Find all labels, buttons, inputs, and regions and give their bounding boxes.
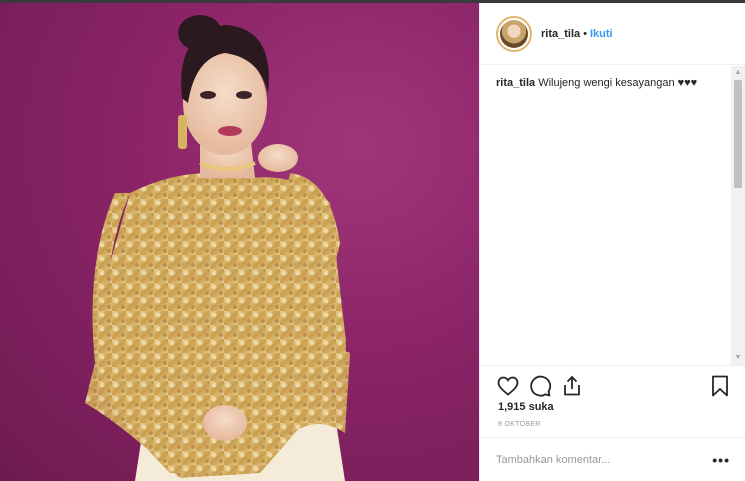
- scroll-up-icon[interactable]: ▲: [731, 66, 745, 80]
- like-button[interactable]: [496, 374, 520, 398]
- photo-illustration: [85, 15, 350, 481]
- like-count[interactable]: 1,915 suka: [498, 401, 554, 413]
- post-details-panel: rita_tila • Ikuti rita_tila Wilujeng wen…: [479, 3, 745, 481]
- share-icon: [564, 375, 580, 396]
- more-options-icon[interactable]: •••: [712, 452, 730, 468]
- comments-scrollbar[interactable]: ▲ ▼: [731, 66, 745, 365]
- scroll-thumb[interactable]: [734, 80, 742, 188]
- add-comment-bar: •••: [480, 437, 745, 481]
- post-date: 8 OKTOBER: [498, 421, 541, 428]
- follow-button[interactable]: Ikuti: [590, 28, 613, 40]
- comment-input[interactable]: [496, 453, 713, 466]
- action-bar: [480, 365, 745, 405]
- save-button[interactable]: [708, 374, 732, 398]
- heart-icon: [497, 376, 519, 396]
- avatar[interactable]: [496, 15, 532, 52]
- comment-icon: [530, 375, 552, 397]
- comment-button[interactable]: [528, 374, 552, 398]
- bookmark-icon: [712, 375, 728, 397]
- username-link[interactable]: rita_tila: [541, 28, 580, 40]
- separator-dot: •: [583, 27, 587, 40]
- comments-area: rita_tila Wilujeng wengi kesayangan ♥♥♥: [480, 66, 732, 365]
- scroll-down-icon[interactable]: ▼: [731, 351, 745, 365]
- share-button[interactable]: [560, 374, 584, 398]
- post-header: rita_tila • Ikuti: [480, 3, 745, 65]
- caption-username[interactable]: rita_tila: [496, 77, 535, 89]
- caption-text: Wilujeng wengi kesayangan ♥♥♥: [538, 77, 698, 89]
- post-photo[interactable]: [0, 3, 479, 481]
